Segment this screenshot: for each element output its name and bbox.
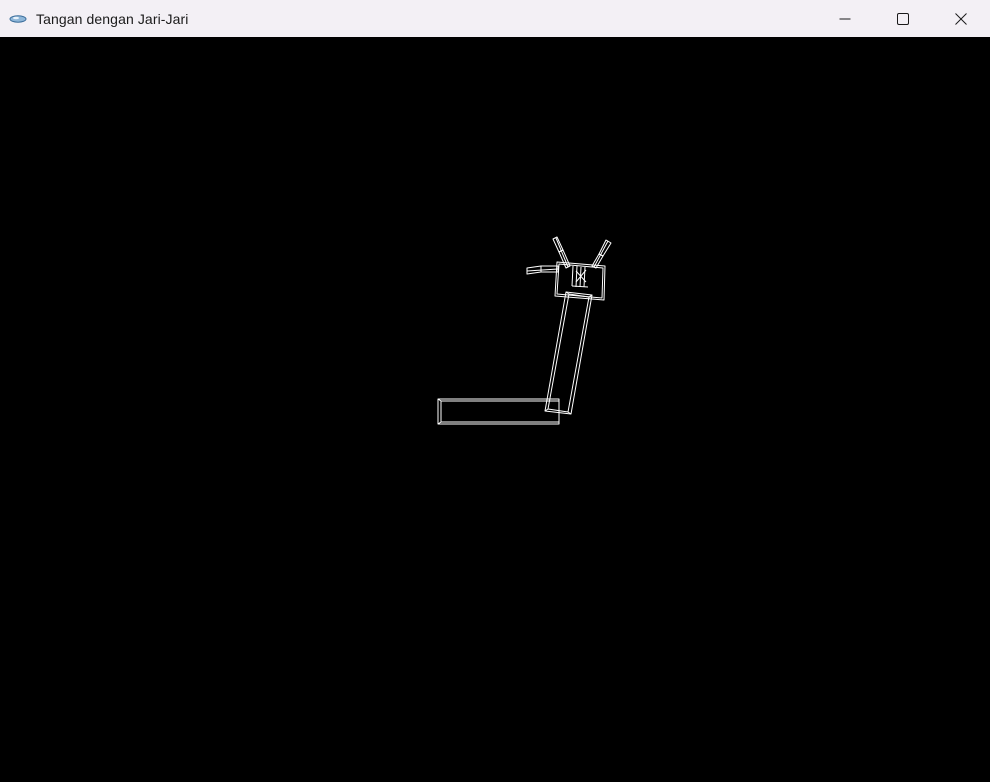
maximize-icon	[897, 12, 909, 25]
close-icon	[955, 12, 967, 25]
finger-right	[591, 239, 612, 269]
palm-segment	[554, 261, 606, 301]
minimize-icon	[839, 18, 851, 19]
window-controls	[816, 0, 990, 37]
app-icon	[9, 12, 27, 26]
upper-arm-segment	[437, 398, 560, 425]
app-window: Tangan dengan Jari-Jari	[0, 0, 990, 782]
close-button[interactable]	[932, 0, 990, 37]
title-bar[interactable]: Tangan dengan Jari-Jari	[0, 0, 990, 37]
forearm-segment	[544, 291, 593, 415]
finger-thumb	[526, 265, 559, 275]
maximize-button[interactable]	[874, 0, 932, 37]
opengl-canvas[interactable]	[0, 37, 990, 782]
window-title: Tangan dengan Jari-Jari	[36, 10, 189, 27]
hand-wireframe	[437, 236, 612, 425]
minimize-button[interactable]	[816, 0, 874, 37]
